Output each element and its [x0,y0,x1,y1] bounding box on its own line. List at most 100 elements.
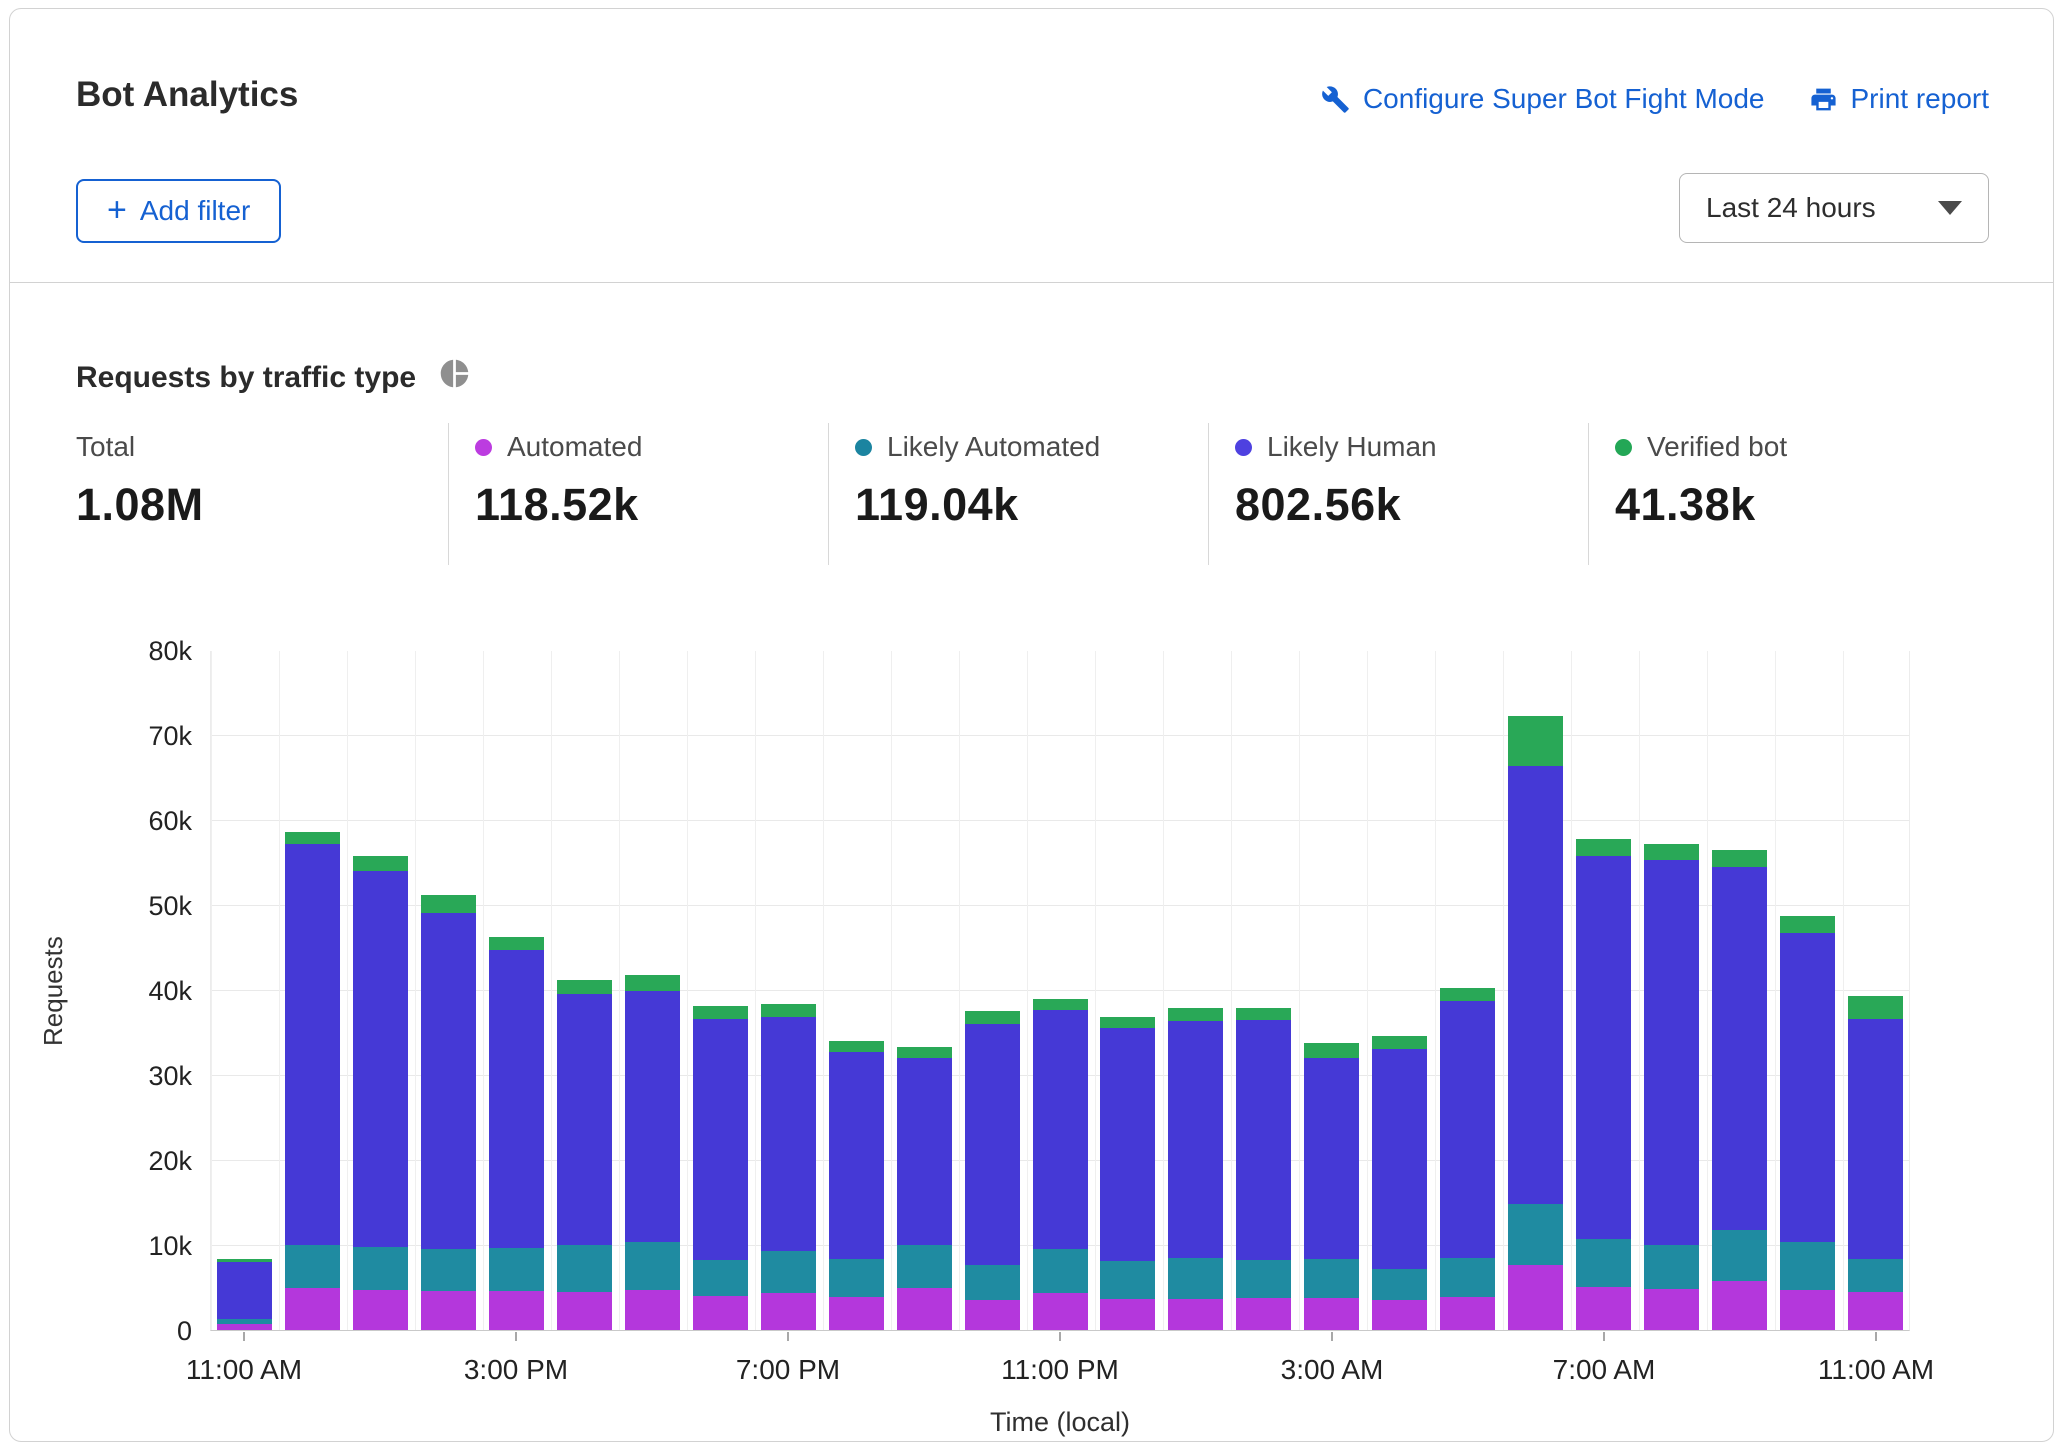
bar-segment-likely-automated[interactable] [1712,1230,1767,1281]
bar[interactable] [285,832,340,1330]
bar-segment-likely-human[interactable] [489,950,544,1248]
bar-segment-likely-human[interactable] [557,994,612,1245]
bar-segment-automated[interactable] [1236,1298,1291,1330]
bar-segment-verified-bot[interactable] [353,856,408,871]
bar-segment-verified-bot[interactable] [489,937,544,950]
bar-segment-automated[interactable] [1644,1289,1699,1330]
bar[interactable] [1440,988,1495,1330]
bar-segment-likely-human[interactable] [625,991,680,1241]
bar[interactable] [1033,999,1088,1330]
bar[interactable] [1304,1043,1359,1330]
bar-segment-likely-human[interactable] [829,1052,884,1258]
bar-segment-likely-automated[interactable] [1644,1245,1699,1289]
bar-segment-likely-automated[interactable] [1508,1204,1563,1264]
bar[interactable] [489,937,544,1330]
bar-segment-likely-human[interactable] [285,844,340,1245]
bar-segment-automated[interactable] [285,1288,340,1330]
bar[interactable] [217,1259,272,1330]
bar-segment-verified-bot[interactable] [965,1011,1020,1024]
bar-segment-likely-automated[interactable] [761,1251,816,1293]
bar[interactable] [625,975,680,1330]
bar-segment-likely-automated[interactable] [1168,1258,1223,1299]
bar-segment-automated[interactable] [489,1291,544,1330]
bar-segment-automated[interactable] [897,1288,952,1330]
time-range-dropdown[interactable]: Last 24 hours [1679,173,1989,243]
bar[interactable] [897,1047,952,1330]
bar-segment-likely-automated[interactable] [285,1245,340,1288]
bar-segment-automated[interactable] [1033,1293,1088,1330]
bar-segment-likely-automated[interactable] [1236,1260,1291,1297]
bar[interactable] [1644,844,1699,1330]
bar-segment-likely-human[interactable] [1372,1049,1427,1269]
bar[interactable] [1372,1036,1427,1330]
bar-segment-likely-automated[interactable] [1304,1259,1359,1298]
bar-segment-likely-automated[interactable] [1033,1249,1088,1292]
bar-segment-verified-bot[interactable] [1780,916,1835,933]
bar-segment-verified-bot[interactable] [1304,1043,1359,1058]
bar-segment-likely-human[interactable] [693,1019,748,1259]
bar-segment-automated[interactable] [1712,1281,1767,1330]
bar-segment-verified-bot[interactable] [1848,996,1903,1020]
bar-segment-likely-automated[interactable] [829,1259,884,1297]
bar[interactable] [557,980,612,1330]
bar-segment-verified-bot[interactable] [1372,1036,1427,1049]
bar-segment-likely-automated[interactable] [693,1260,748,1297]
bar-segment-verified-bot[interactable] [1712,850,1767,867]
bar[interactable] [1712,850,1767,1330]
bar-segment-automated[interactable] [1508,1265,1563,1330]
bar-segment-likely-human[interactable] [965,1024,1020,1265]
bar-segment-likely-human[interactable] [1576,856,1631,1240]
bar-segment-likely-human[interactable] [1168,1021,1223,1258]
bar-segment-likely-human[interactable] [1508,766,1563,1204]
bar-segment-verified-bot[interactable] [1576,839,1631,855]
bar-segment-automated[interactable] [625,1290,680,1330]
configure-super-bot-fight-mode-link[interactable]: Configure Super Bot Fight Mode [1321,83,1765,115]
bar-segment-automated[interactable] [557,1292,612,1330]
bar-segment-likely-automated[interactable] [557,1245,612,1292]
bar[interactable] [353,856,408,1330]
bar-segment-automated[interactable] [1100,1299,1155,1330]
bar-segment-verified-bot[interactable] [1168,1008,1223,1021]
bar-segment-verified-bot[interactable] [557,980,612,994]
bar-segment-likely-automated[interactable] [1780,1242,1835,1290]
bar-segment-verified-bot[interactable] [761,1004,816,1017]
bar-segment-likely-human[interactable] [1644,860,1699,1245]
bar-segment-automated[interactable] [829,1297,884,1330]
bar-segment-likely-human[interactable] [1236,1020,1291,1260]
bar[interactable] [1508,716,1563,1330]
bar[interactable] [1236,1008,1291,1330]
bar-segment-automated[interactable] [217,1324,272,1330]
bar-segment-automated[interactable] [1440,1297,1495,1330]
bar-segment-likely-human[interactable] [1033,1010,1088,1249]
bar-segment-verified-bot[interactable] [1508,716,1563,767]
bar-segment-automated[interactable] [1576,1287,1631,1330]
bar-segment-likely-automated[interactable] [1440,1258,1495,1297]
bar-segment-likely-automated[interactable] [897,1245,952,1287]
bar[interactable] [1168,1008,1223,1330]
bar-segment-likely-human[interactable] [1780,933,1835,1242]
bar-segment-automated[interactable] [1372,1300,1427,1330]
bar-segment-likely-human[interactable] [1848,1019,1903,1258]
bar-segment-verified-bot[interactable] [1236,1008,1291,1020]
print-report-link[interactable]: Print report [1809,83,1990,115]
bar-segment-likely-human[interactable] [1712,867,1767,1230]
bar-segment-likely-human[interactable] [761,1017,816,1251]
bar-segment-likely-human[interactable] [421,913,476,1248]
bar-segment-automated[interactable] [761,1293,816,1330]
bar-segment-likely-automated[interactable] [1848,1259,1903,1292]
bar-segment-likely-automated[interactable] [1576,1239,1631,1287]
bar-segment-verified-bot[interactable] [829,1041,884,1052]
bar[interactable] [965,1011,1020,1330]
bar-segment-verified-bot[interactable] [421,895,476,913]
bar-segment-likely-automated[interactable] [489,1248,544,1291]
bar-segment-automated[interactable] [1168,1299,1223,1330]
bar-segment-automated[interactable] [693,1296,748,1330]
bar-segment-verified-bot[interactable] [693,1006,748,1020]
bar-segment-automated[interactable] [353,1290,408,1330]
bar[interactable] [693,1006,748,1330]
bar-segment-likely-automated[interactable] [965,1265,1020,1301]
bar-segment-verified-bot[interactable] [1100,1017,1155,1028]
bar[interactable] [761,1004,816,1330]
bar-segment-verified-bot[interactable] [1644,844,1699,860]
bar-segment-verified-bot[interactable] [897,1047,952,1058]
